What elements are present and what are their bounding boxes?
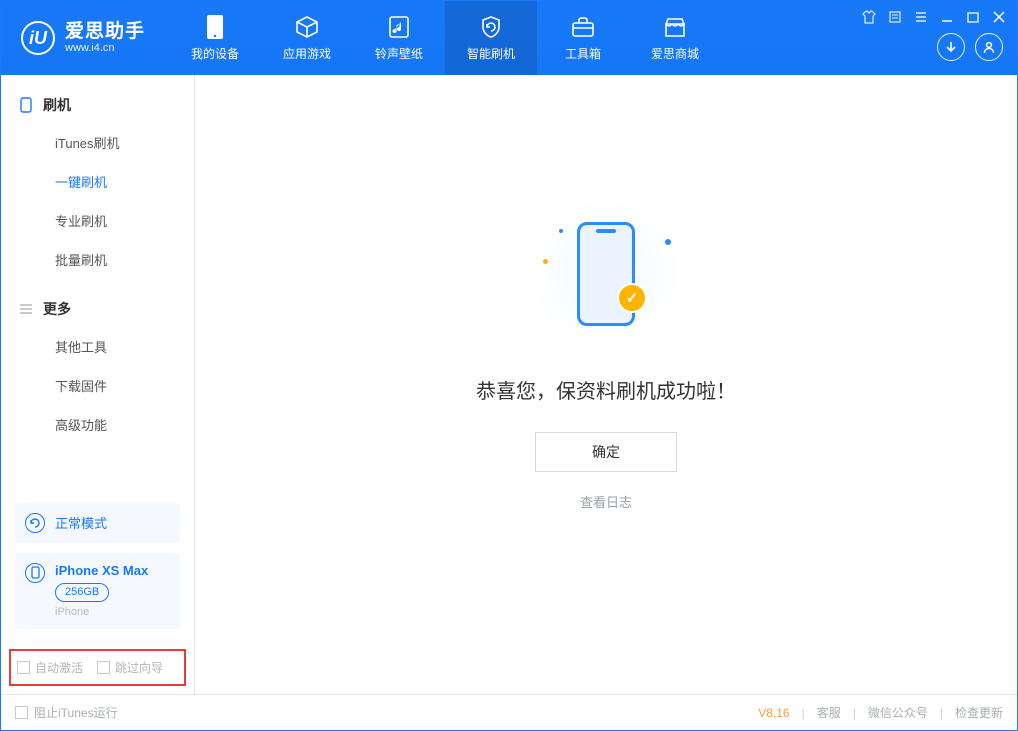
phone-small-icon [19, 98, 33, 112]
download-button[interactable] [937, 33, 965, 61]
sidebar: 刷机 iTunes刷机 一键刷机 专业刷机 批量刷机 更多 其他工具 下载固件 … [1, 75, 195, 694]
device-card[interactable]: iPhone XS Max 256GB iPhone [15, 553, 180, 629]
app-url: www.i4.cn [65, 42, 145, 54]
nav-apps-games[interactable]: 应用游戏 [261, 1, 353, 75]
nav-smart-flash[interactable]: 智能刷机 [445, 1, 537, 75]
link-wechat[interactable]: 微信公众号 [868, 704, 928, 721]
sparkle-icon [559, 229, 563, 233]
nav-label: 应用游戏 [283, 45, 331, 62]
checkbox-icon [97, 661, 110, 674]
minimize-button[interactable] [939, 9, 955, 25]
sidebar-item-itunes-flash[interactable]: iTunes刷机 [1, 123, 194, 162]
nav-label: 工具箱 [565, 45, 601, 62]
sidebar-group-more[interactable]: 更多 [1, 291, 194, 327]
sidebar-item-download-fw[interactable]: 下载固件 [1, 366, 194, 405]
list-small-icon [19, 302, 33, 316]
logo-block[interactable]: iU 爱思助手 www.i4.cn [1, 1, 161, 75]
separator: | [940, 706, 943, 720]
refresh-circle-icon [25, 513, 45, 533]
checkbox-icon [15, 706, 28, 719]
group-title: 更多 [43, 299, 71, 319]
sidebar-group-flash[interactable]: 刷机 [1, 87, 194, 123]
sparkle-icon [665, 239, 671, 245]
device-type: iPhone [55, 605, 148, 619]
sidebar-item-batch-flash[interactable]: 批量刷机 [1, 240, 194, 279]
device-icon [203, 15, 227, 39]
nav-store[interactable]: 爱思商城 [629, 1, 721, 75]
nav-label: 智能刷机 [467, 45, 515, 62]
window-controls [861, 9, 1007, 25]
logo-icon: iU [21, 21, 55, 55]
cube-icon [295, 15, 319, 39]
nav-my-device[interactable]: 我的设备 [169, 1, 261, 75]
view-log-link[interactable]: 查看日志 [580, 492, 632, 511]
sidebar-device-area: 正常模式 iPhone XS Max 256GB iPhone [1, 503, 194, 649]
checkbox-icon [17, 661, 30, 674]
device-meta: iPhone XS Max 256GB iPhone [55, 563, 148, 619]
sidebar-item-other-tools[interactable]: 其他工具 [1, 327, 194, 366]
status-bar: 阻止iTunes运行 V8.16 | 客服 | 微信公众号 | 检查更新 [1, 694, 1017, 730]
separator: | [802, 706, 805, 720]
sparkle-icon [543, 259, 548, 264]
version-label: V8.16 [758, 706, 789, 720]
maximize-button[interactable] [965, 9, 981, 25]
app-window: iU 爱思助手 www.i4.cn 我的设备 应用游戏 铃声壁纸 智能刷机 [0, 0, 1018, 731]
titlebar-actions [937, 33, 1003, 61]
sidebar-item-oneclick-flash[interactable]: 一键刷机 [1, 162, 194, 201]
note-icon[interactable] [887, 9, 903, 25]
logo-text: 爱思助手 www.i4.cn [65, 22, 145, 55]
checkbox-block-itunes[interactable]: 阻止iTunes运行 [15, 704, 118, 721]
mode-card[interactable]: 正常模式 [15, 503, 180, 543]
app-body: 刷机 iTunes刷机 一键刷机 专业刷机 批量刷机 更多 其他工具 下载固件 … [1, 75, 1017, 694]
app-name: 爱思助手 [65, 22, 145, 43]
nav-label: 我的设备 [191, 45, 239, 62]
sidebar-scroll: 刷机 iTunes刷机 一键刷机 专业刷机 批量刷机 更多 其他工具 下载固件 … [1, 75, 194, 503]
store-icon [663, 15, 687, 39]
checkbox-label: 阻止iTunes运行 [34, 704, 118, 721]
titlebar: iU 爱思助手 www.i4.cn 我的设备 应用游戏 铃声壁纸 智能刷机 [1, 1, 1017, 75]
phone-circle-icon [25, 563, 45, 583]
checkbox-label: 跳过向导 [115, 659, 163, 676]
link-support[interactable]: 客服 [817, 704, 841, 721]
device-name: iPhone XS Max [55, 563, 148, 580]
mode-label: 正常模式 [55, 513, 107, 532]
user-button[interactable] [975, 33, 1003, 61]
top-nav: 我的设备 应用游戏 铃声壁纸 智能刷机 工具箱 爱思商城 [169, 1, 721, 75]
nav-toolbox[interactable]: 工具箱 [537, 1, 629, 75]
group-title: 刷机 [43, 95, 71, 115]
shirt-icon[interactable] [861, 9, 877, 25]
shield-refresh-icon [479, 15, 503, 39]
menu-icon[interactable] [913, 9, 929, 25]
sidebar-item-advanced[interactable]: 高级功能 [1, 405, 194, 444]
success-message: 恭喜您，保资料刷机成功啦！ [476, 375, 736, 404]
checkbox-skip-guide[interactable]: 跳过向导 [97, 659, 163, 676]
music-file-icon [387, 15, 411, 39]
nav-label: 铃声壁纸 [375, 45, 423, 62]
sidebar-item-pro-flash[interactable]: 专业刷机 [1, 201, 194, 240]
status-right: V8.16 | 客服 | 微信公众号 | 检查更新 [758, 704, 1003, 721]
checkbox-label: 自动激活 [35, 659, 83, 676]
checkbox-auto-activate[interactable]: 自动激活 [17, 659, 83, 676]
device-storage-badge: 256GB [55, 583, 109, 601]
check-badge-icon: ✓ [617, 283, 647, 313]
nav-ringtone-wallpaper[interactable]: 铃声壁纸 [353, 1, 445, 75]
close-button[interactable] [991, 9, 1007, 25]
confirm-button[interactable]: 确定 [535, 432, 677, 472]
nav-label: 爱思商城 [651, 45, 699, 62]
separator: | [853, 706, 856, 720]
bottom-options-highlighted: 自动激活 跳过向导 [9, 649, 186, 686]
success-illustration: ✓ [531, 199, 681, 349]
link-check-update[interactable]: 检查更新 [955, 704, 1003, 721]
main-area: ✓ 恭喜您，保资料刷机成功啦！ 确定 查看日志 [195, 75, 1017, 694]
toolbox-icon [571, 15, 595, 39]
